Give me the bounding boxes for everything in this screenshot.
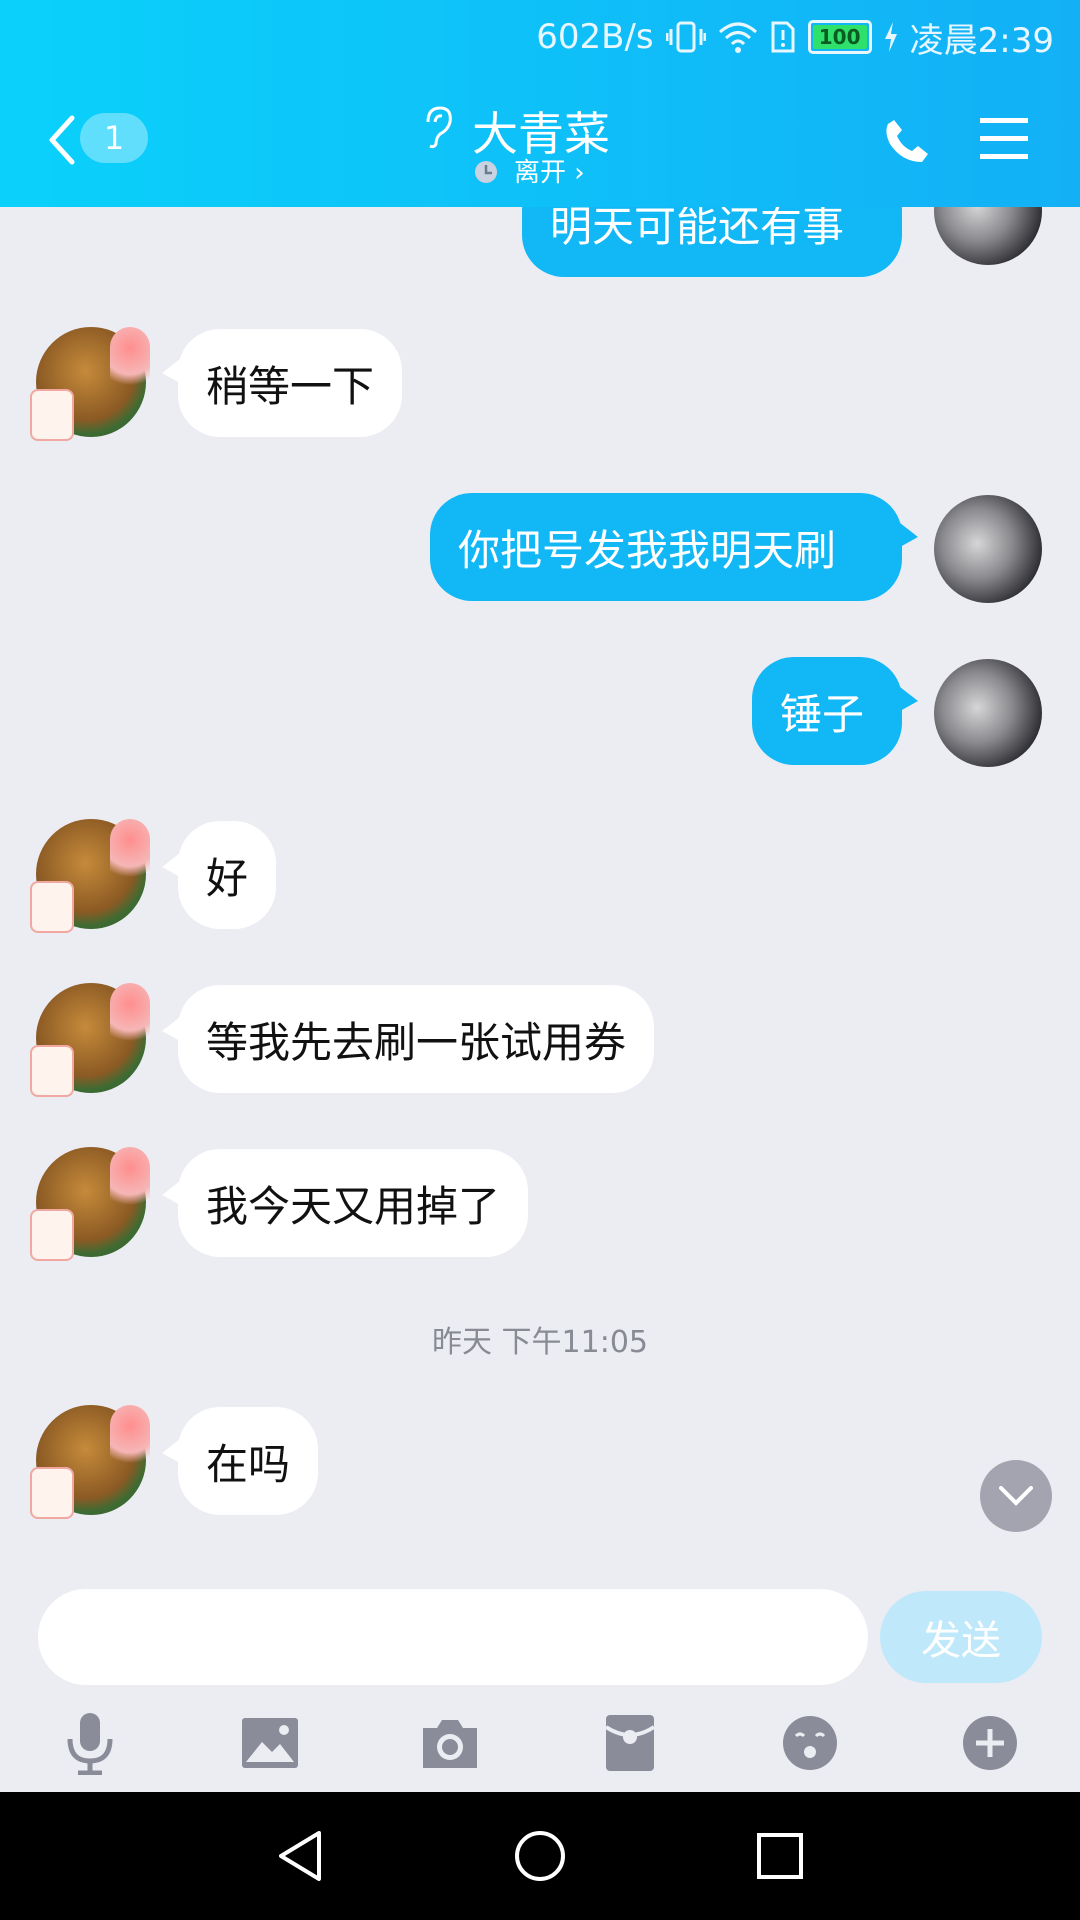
- clock-time: 凌晨2:39: [909, 20, 1054, 61]
- presence-status[interactable]: 离开 ›: [514, 152, 585, 189]
- message-list[interactable]: 明天可能还有事 稍等一下 你把号发我我明天刷 锤子 好 等我先去刷一张试用券 我…: [0, 207, 1080, 1567]
- composer: 发送: [0, 1567, 1080, 1792]
- my-avatar[interactable]: [934, 659, 1042, 767]
- earpiece-mode-icon[interactable]: [418, 104, 458, 150]
- microphone-icon: [67, 1713, 113, 1775]
- contact-avatar[interactable]: [30, 1405, 150, 1519]
- message-bubble-incoming[interactable]: 我今天又用掉了: [178, 1149, 529, 1257]
- camera-icon: [423, 1720, 477, 1768]
- message-bubble-incoming[interactable]: 在吗: [178, 1407, 319, 1515]
- nav-back-button[interactable]: [270, 1826, 330, 1886]
- my-avatar[interactable]: [934, 495, 1042, 603]
- my-avatar[interactable]: [934, 207, 1042, 265]
- message-timestamp: 昨天 下午11:05: [432, 1325, 648, 1360]
- chevron-down-icon: [999, 1486, 1033, 1506]
- vibrate-icon: [665, 21, 706, 53]
- back-arrow-icon[interactable]: [42, 110, 82, 170]
- contact-avatar[interactable]: [30, 819, 150, 933]
- circle-home-icon: [515, 1831, 565, 1881]
- net-speed: 602B/s: [536, 17, 654, 57]
- sim-alert-icon: [771, 21, 795, 53]
- away-status-icon: [475, 161, 497, 183]
- camera-button[interactable]: [414, 1707, 486, 1779]
- contact-avatar[interactable]: [30, 1147, 150, 1261]
- square-recents-icon: [757, 1833, 803, 1879]
- wifi-icon: [718, 22, 757, 53]
- more-options-button[interactable]: [954, 1707, 1026, 1779]
- send-button[interactable]: 发送: [880, 1591, 1042, 1683]
- plus-icon: [963, 1716, 1017, 1770]
- message-bubble-incoming[interactable]: 等我先去刷一张试用券: [178, 985, 655, 1093]
- message-bubble-outgoing[interactable]: 锤子: [752, 657, 902, 765]
- message-bubble-outgoing[interactable]: 你把号发我我明天刷: [430, 493, 902, 601]
- contact-avatar[interactable]: [30, 327, 150, 441]
- nav-home-button[interactable]: [510, 1826, 570, 1886]
- battery-level: 100: [818, 25, 861, 49]
- chat-header: 602B/s 100 凌晨2:39 1 大青菜 离开 ›: [0, 0, 1080, 207]
- red-packet-button[interactable]: [594, 1707, 666, 1779]
- charging-icon: [884, 22, 897, 52]
- menu-icon[interactable]: [980, 118, 1028, 160]
- photo-album-button[interactable]: [234, 1707, 306, 1779]
- message-input[interactable]: [38, 1589, 868, 1685]
- unread-count-badge[interactable]: 1: [80, 113, 148, 163]
- emoji-button[interactable]: [774, 1707, 846, 1779]
- battery-indicator: 100: [807, 20, 872, 54]
- red-packet-icon: [604, 1715, 656, 1771]
- system-navigation-bar: [0, 1792, 1080, 1920]
- message-bubble-outgoing[interactable]: 明天可能还有事: [522, 207, 902, 277]
- phone-call-icon[interactable]: [882, 116, 932, 166]
- message-bubble-incoming[interactable]: 好: [178, 821, 277, 929]
- voice-button[interactable]: [54, 1707, 126, 1779]
- status-bar: 602B/s 100 凌晨2:39: [536, 10, 1054, 64]
- image-icon: [242, 1718, 298, 1768]
- triangle-back-icon: [279, 1831, 321, 1881]
- contact-avatar[interactable]: [30, 983, 150, 1097]
- composer-toolbar: [0, 1707, 1080, 1787]
- nav-recents-button[interactable]: [750, 1826, 810, 1886]
- emoji-icon: [783, 1716, 837, 1770]
- scroll-to-bottom-button[interactable]: [980, 1460, 1052, 1532]
- message-bubble-incoming[interactable]: 稍等一下: [178, 329, 403, 437]
